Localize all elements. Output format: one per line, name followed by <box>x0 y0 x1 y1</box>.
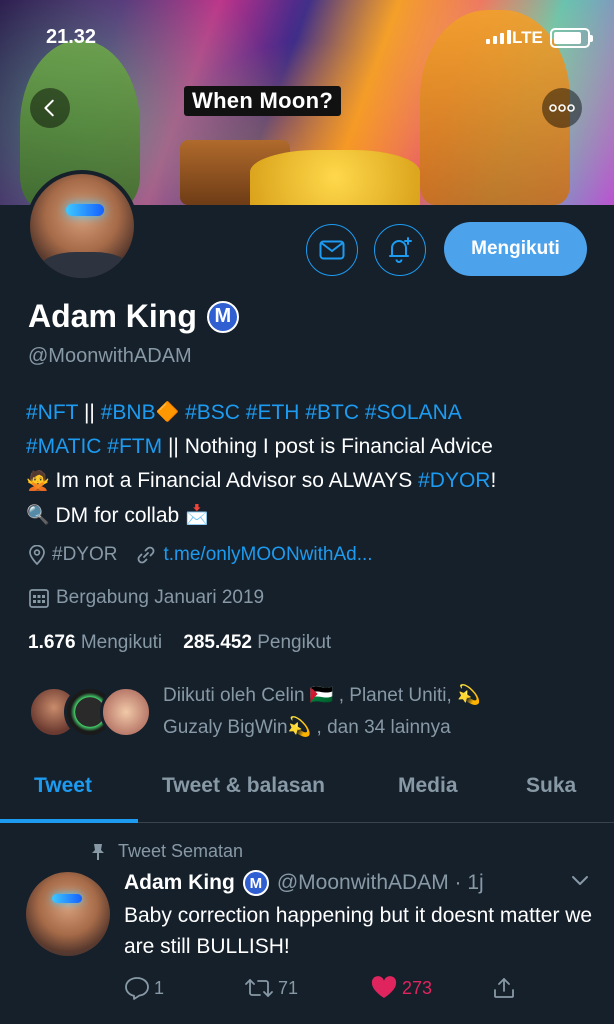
profile-name-row: Adam King M <box>28 298 239 335</box>
followed-by-line-2: Guzaly BigWin💫 , dan 34 lainnya <box>163 717 451 738</box>
following-button[interactable]: Mengikuti <box>444 222 587 276</box>
battery-icon <box>550 28 593 48</box>
bio-text: || Nothing I post is Financial Advice <box>162 435 493 459</box>
avatar <box>100 686 152 738</box>
share-button[interactable] <box>492 976 516 1000</box>
profile-joined-date: Bergabung Januari 2019 <box>56 587 265 608</box>
calendar-icon <box>29 589 49 608</box>
tweet-author-name[interactable]: Adam King <box>124 871 235 895</box>
tweet-author-badge-icon: M <box>242 870 269 896</box>
profile-name: Adam King <box>28 298 197 334</box>
network-label: LTE <box>512 28 543 47</box>
emoji: 🔍 <box>26 505 50 527</box>
profile-website-link[interactable]: t.me/onlyMOONwithAd... <box>163 544 372 566</box>
bio-text: DM for collab <box>49 503 186 527</box>
hashtag-link[interactable]: #NFT <box>26 401 78 424</box>
retweet-icon <box>245 979 273 997</box>
active-tab-indicator <box>0 819 138 823</box>
reply-count: 1 <box>154 977 165 998</box>
banner-caption: When Moon? <box>184 86 342 116</box>
more-options-button[interactable] <box>542 88 582 128</box>
envelope-icon <box>319 240 345 260</box>
following-count: 1.676 <box>28 632 76 653</box>
message-button[interactable] <box>306 224 358 276</box>
hashtag-link[interactable]: #ETH <box>246 401 300 424</box>
tab-tweets-and-replies[interactable]: Tweet & balasan <box>162 774 325 798</box>
profile-location: #DYOR <box>52 544 118 565</box>
followers-count: 285.452 <box>183 632 252 653</box>
pinned-label-text: Tweet Sematan <box>118 841 244 861</box>
reply-button[interactable]: 1 <box>124 976 164 1000</box>
status-time: 21.32 <box>46 26 97 48</box>
like-count: 273 <box>402 977 433 998</box>
follow-counts: 1.676 Mengikuti 285.452 Pengikut <box>28 632 331 654</box>
tweet-text: Baby correction happening but it doesnt … <box>124 904 593 958</box>
followers-label: Pengikut <box>257 632 332 653</box>
hashtag-link[interactable]: #SOLANA <box>365 401 462 424</box>
hashtag-link[interactable]: #BTC <box>305 401 359 424</box>
chevron-down-icon <box>572 876 588 885</box>
profile-avatar[interactable] <box>26 170 138 282</box>
location-pin-icon <box>29 545 45 565</box>
hashtag-link[interactable]: #BNB <box>101 401 156 424</box>
bio-line-4: 🔍 DM for collab 📩 <box>26 499 606 533</box>
emoji: 📩 <box>185 505 209 527</box>
status-bar: 21.32 LTE <box>0 0 614 48</box>
retweet-count: 71 <box>278 977 299 998</box>
bio-text: ! <box>490 469 497 493</box>
bio-text: || <box>78 401 101 424</box>
banner-coins-art <box>250 150 420 205</box>
profile-badge-icon: M <box>206 300 239 333</box>
profile-bio: #NFT || #BNB🔶 #BSC #ETH #BTC #SOLANA #MA… <box>26 396 606 533</box>
tweet-avatar[interactable] <box>26 872 110 956</box>
emoji: 🙅 <box>26 470 50 492</box>
pin-icon <box>92 843 104 860</box>
followers-count-link[interactable]: 285.452 Pengikut <box>183 632 331 653</box>
hashtag-link[interactable]: #DYOR <box>418 469 490 492</box>
tab-media[interactable]: Media <box>398 774 458 798</box>
tab-tweet[interactable]: Tweet <box>34 774 92 798</box>
hashtag-link[interactable]: #MATIC <box>26 435 101 458</box>
bio-text: Im not a Financial Advisor so ALWAYS <box>49 469 419 493</box>
tweet-header: Adam King M @MoonwithADAM · 1j <box>124 870 484 896</box>
following-count-link[interactable]: 1.676 Mengikuti <box>28 632 162 653</box>
retweet-button[interactable]: 71 <box>244 976 298 1000</box>
tweet-actions: 1 71 273 <box>124 976 604 1006</box>
followed-by-avatars[interactable] <box>28 686 152 738</box>
chevron-left-icon <box>44 99 54 117</box>
bell-plus-icon <box>389 237 412 263</box>
followed-by-line-1: Diikuti oleh Celin 🇵🇸 , Planet Uniti, 💫 <box>163 685 481 706</box>
tab-likes[interactable]: Suka <box>526 774 576 798</box>
share-icon <box>494 978 514 998</box>
profile-handle: @MoonwithADAM <box>28 345 192 367</box>
like-button[interactable]: 273 <box>370 976 432 1000</box>
heart-filled-icon <box>371 976 397 998</box>
tweet-options-button[interactable] <box>570 874 590 893</box>
hashtag-link[interactable]: #FTM <box>107 435 162 458</box>
back-button[interactable] <box>30 88 70 128</box>
pinned-tweet-label: Tweet Sematan <box>90 841 243 862</box>
bio-line-1: #NFT || #BNB🔶 #BSC #ETH #BTC #SOLANA <box>26 396 606 430</box>
followed-by-text[interactable]: Diikuti oleh Celin 🇵🇸 , Planet Uniti, 💫 … <box>163 680 593 744</box>
profile-tabs: Tweet Tweet & balasan Media Suka <box>0 760 614 823</box>
emoji: 🔶 <box>155 402 180 424</box>
hashtag-link[interactable]: #BSC <box>185 401 240 424</box>
following-label: Mengikuti <box>80 632 163 653</box>
profile-meta-row: #DYOR t.me/onlyMOONwithAd... <box>28 544 373 566</box>
bio-line-2: #MATIC #FTM || Nothing I post is Financi… <box>26 430 606 464</box>
more-dots-icon <box>549 104 575 112</box>
profile-joined-row: Bergabung Januari 2019 <box>28 587 264 609</box>
tweet-handle-time: @MoonwithADAM · 1j <box>276 871 484 894</box>
notifications-button[interactable] <box>374 224 426 276</box>
link-icon <box>138 546 155 564</box>
bio-line-3: 🙅 Im not a Financial Advisor so ALWAYS #… <box>26 464 606 498</box>
signal-icon <box>486 30 511 44</box>
reply-icon <box>125 977 149 1000</box>
